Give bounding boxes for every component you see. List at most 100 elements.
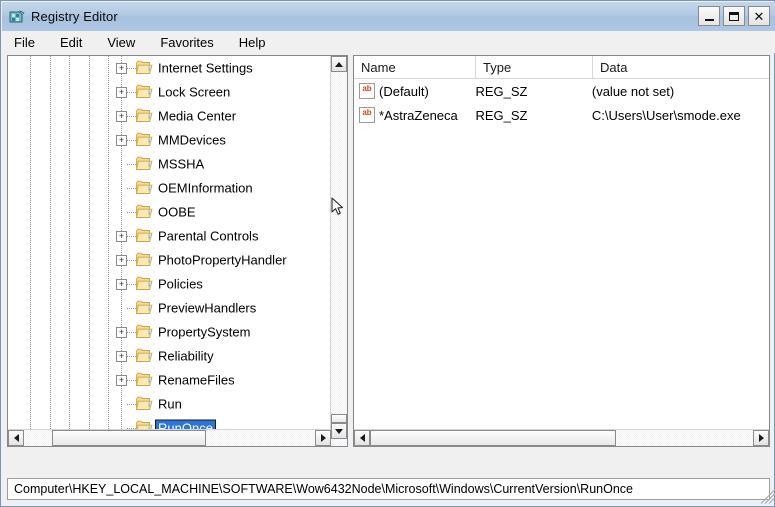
tree-scroll-left-button[interactable] <box>8 430 24 446</box>
tree-item-internet-settings[interactable]: + Internet Settings <box>8 56 331 80</box>
folder-icon <box>136 300 153 315</box>
folder-icon <box>136 204 153 219</box>
tree-item-lock-screen[interactable]: + Lock Screen <box>8 80 331 104</box>
registry-values-list[interactable]: Name Type Data ab (Default) REG_SZ(value n… <box>354 56 769 430</box>
window-title: Registry Editor <box>31 9 118 24</box>
string-value-icon: ab <box>359 107 375 123</box>
tree-connector-stub <box>127 164 136 165</box>
column-header-name[interactable]: Name <box>354 56 476 79</box>
tree-scroll-right-button[interactable] <box>315 430 331 446</box>
folder-icon <box>136 252 153 267</box>
folder-icon <box>136 60 153 75</box>
tree-connector-stub <box>127 236 136 237</box>
tree-item-label[interactable]: OEMInformation <box>156 181 255 196</box>
table-row[interactable]: ab*AstraZenecaREG_SZC:\Users\User\smode.… <box>354 103 769 127</box>
maximize-button[interactable] <box>723 6 745 26</box>
list-scroll-left-button[interactable] <box>354 430 370 446</box>
tree-item-label[interactable]: Lock Screen <box>156 85 232 100</box>
menu-item-view[interactable]: View <box>105 34 137 51</box>
value-type-cell: REG_SZ <box>475 79 591 103</box>
tree-item-label[interactable]: PropertySystem <box>156 325 252 340</box>
tree-item-reliability[interactable]: + Reliability <box>8 344 331 368</box>
value-name-cell[interactable]: ab*AstraZeneca <box>354 103 475 127</box>
expand-icon[interactable]: + <box>116 111 127 122</box>
tree-connector-stub <box>127 260 136 261</box>
registry-tree-pane: + Internet Settings + Lock Screen + Media Cen… <box>7 55 348 447</box>
value-name-text: (Default) <box>379 84 429 99</box>
tree-item-propertysystem[interactable]: + PropertySystem <box>8 320 331 344</box>
tree-item-oobe[interactable]: OOBE <box>8 200 331 224</box>
folder-icon <box>136 180 153 195</box>
folder-icon <box>136 84 153 99</box>
expand-icon[interactable]: + <box>116 375 127 386</box>
folder-icon <box>136 228 153 243</box>
tree-item-label[interactable]: Run <box>156 397 184 412</box>
tree-item-label[interactable]: Policies <box>156 277 205 292</box>
list-horizontal-scrollbar[interactable] <box>354 429 769 446</box>
tree-item-label[interactable]: MMDevices <box>156 133 228 148</box>
tree-item-label[interactable]: RenameFiles <box>156 373 237 388</box>
menu-item-favorites[interactable]: Favorites <box>158 34 215 51</box>
menu-item-file[interactable]: File <box>12 34 37 51</box>
tree-connector-stub <box>127 92 136 93</box>
close-button[interactable]: ✕ <box>748 6 770 26</box>
resize-grip[interactable] <box>760 492 772 504</box>
tree-item-label[interactable]: MSSHA <box>156 157 206 172</box>
tree-item-label[interactable]: Parental Controls <box>156 229 260 244</box>
registry-editor-window: Registry Editor ✕ File Edit View Favorit… <box>0 0 775 507</box>
expand-icon[interactable]: + <box>116 327 127 338</box>
tree-connector-stub <box>127 140 136 141</box>
expand-icon[interactable]: + <box>116 255 127 266</box>
minimize-button[interactable] <box>698 6 720 26</box>
folder-icon <box>136 324 153 339</box>
tree-item-label[interactable]: PhotoPropertyHandler <box>156 253 289 268</box>
tree-vertical-scroll-thumb[interactable] <box>331 414 347 423</box>
tree-item-mssha[interactable]: MSSHA <box>8 152 331 176</box>
value-data-cell: C:\Users\User\smode.exe <box>592 103 769 127</box>
column-header-data[interactable]: Data <box>593 56 769 79</box>
tree-connector-stub <box>127 356 136 357</box>
tree-horizontal-scroll-thumb[interactable] <box>52 430 206 446</box>
string-value-icon-label: ab <box>360 85 374 93</box>
menu-item-help[interactable]: Help <box>237 34 268 51</box>
menu-bar: File Edit View Favorites Help <box>2 31 775 53</box>
tree-item-run[interactable]: Run <box>8 392 331 416</box>
tree-item-label[interactable]: Internet Settings <box>156 61 255 76</box>
tree-connector-stub <box>127 332 136 333</box>
tree-connector-stub <box>127 308 136 309</box>
expand-icon[interactable]: + <box>116 279 127 290</box>
expand-icon[interactable]: + <box>116 351 127 362</box>
tree-scroll-down-button[interactable] <box>331 423 347 439</box>
value-name-cell[interactable]: ab (Default) <box>354 79 475 103</box>
tree-item-renamefiles[interactable]: + RenameFiles <box>8 368 331 392</box>
tree-item-parental-controls[interactable]: + Parental Controls <box>8 224 331 248</box>
tree-connector-stub <box>127 68 136 69</box>
expand-icon[interactable]: + <box>116 231 127 242</box>
tree-item-policies[interactable]: + Policies <box>8 272 331 296</box>
list-horizontal-scroll-thumb[interactable] <box>370 430 616 446</box>
table-row[interactable]: ab (Default) REG_SZ(value not set) <box>354 79 769 103</box>
menu-item-edit[interactable]: Edit <box>58 34 84 51</box>
tree-item-label[interactable]: OOBE <box>156 205 198 220</box>
tree-connector-stub <box>127 116 136 117</box>
tree-scroll-up-button[interactable] <box>331 56 347 72</box>
expand-icon[interactable]: + <box>116 135 127 146</box>
expand-icon[interactable]: + <box>116 87 127 98</box>
tree-item-photopropertyhandler[interactable]: + PhotoPropertyHandler <box>8 248 331 272</box>
tree-item-label[interactable]: PreviewHandlers <box>156 301 258 316</box>
tree-connector-stub <box>127 188 136 189</box>
tree-horizontal-scrollbar[interactable] <box>8 429 331 446</box>
column-header-type[interactable]: Type <box>476 56 593 79</box>
expand-icon[interactable]: + <box>116 63 127 74</box>
registry-tree[interactable]: + Internet Settings + Lock Screen + Media Cen… <box>8 56 331 446</box>
tree-item-mmdevices[interactable]: + MMDevices <box>8 128 331 152</box>
value-data-cell: (value not set) <box>592 79 769 103</box>
tree-vertical-scrollbar[interactable] <box>330 56 347 446</box>
list-scroll-right-button[interactable] <box>753 430 769 446</box>
tree-connector-stub <box>127 380 136 381</box>
tree-item-label[interactable]: Reliability <box>156 349 216 364</box>
tree-item-label[interactable]: Media Center <box>156 109 238 124</box>
tree-item-media-center[interactable]: + Media Center <box>8 104 331 128</box>
tree-item-oeminformation[interactable]: OEMInformation <box>8 176 331 200</box>
tree-item-previewhandlers[interactable]: PreviewHandlers <box>8 296 331 320</box>
